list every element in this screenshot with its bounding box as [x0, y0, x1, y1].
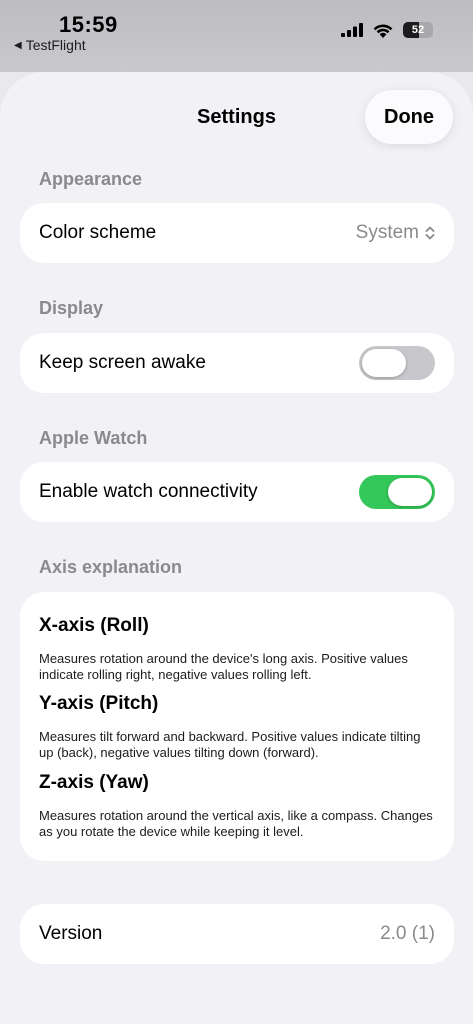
- axis-description: Measures rotation around the vertical ax…: [39, 808, 433, 839]
- battery-icon: 52: [403, 22, 433, 38]
- axis-title: Y-axis (Pitch): [39, 693, 159, 714]
- status-time: 15:59: [59, 12, 118, 37]
- section-header-display: Display: [39, 298, 104, 318]
- axis-description: Measures tilt forward and backward. Posi…: [39, 729, 421, 760]
- axis-title: Z-axis (Yaw): [39, 772, 149, 793]
- settings-sheet: Settings Done Appearance Color scheme Sy…: [0, 72, 473, 1024]
- color-scheme-value: System: [355, 222, 419, 243]
- toggle-knob: [362, 349, 406, 377]
- back-app-label: TestFlight: [25, 37, 86, 53]
- axis-description: Measures rotation around the device's lo…: [39, 651, 408, 682]
- status-bar: 15:59 ◀ TestFlight 52: [0, 0, 473, 72]
- back-triangle-icon: ◀: [14, 39, 22, 51]
- section-header-appearance: Appearance: [39, 169, 143, 189]
- keep-awake-toggle[interactable]: [359, 346, 435, 380]
- axis-item-x: X-axis (Roll) Measures rotation around t…: [39, 615, 435, 683]
- cellular-signal-icon: [341, 23, 363, 37]
- back-to-app-button[interactable]: ◀ TestFlight: [14, 37, 86, 53]
- watch-connectivity-row: Enable watch connectivity: [20, 462, 454, 522]
- version-row: Version 2.0 (1): [20, 904, 454, 964]
- status-icons: 52: [341, 22, 433, 38]
- keep-awake-label: Keep screen awake: [39, 352, 206, 373]
- watch-connectivity-label: Enable watch connectivity: [39, 481, 258, 502]
- up-down-chevron-icon: [425, 226, 435, 240]
- color-scheme-row[interactable]: Color scheme System: [20, 203, 454, 263]
- section-header-axis: Axis explanation: [39, 557, 183, 577]
- axis-item-z: Z-axis (Yaw) Measures rotation around th…: [39, 772, 435, 840]
- watch-connectivity-toggle[interactable]: [359, 475, 435, 509]
- section-header-apple-watch: Apple Watch: [39, 428, 148, 448]
- version-value: 2.0 (1): [380, 923, 435, 944]
- toggle-knob: [388, 478, 432, 506]
- axis-explanation-card: X-axis (Roll) Measures rotation around t…: [20, 592, 454, 861]
- wifi-icon: [373, 24, 393, 38]
- battery-level: 52: [411, 24, 425, 36]
- color-scheme-label: Color scheme: [39, 222, 157, 243]
- keep-awake-row: Keep screen awake: [20, 333, 454, 393]
- axis-title: X-axis (Roll): [39, 615, 149, 636]
- done-button[interactable]: Done: [365, 90, 453, 144]
- version-label: Version: [39, 923, 103, 944]
- axis-item-y: Y-axis (Pitch) Measures tilt forward and…: [39, 693, 435, 761]
- color-scheme-picker[interactable]: System: [356, 222, 435, 244]
